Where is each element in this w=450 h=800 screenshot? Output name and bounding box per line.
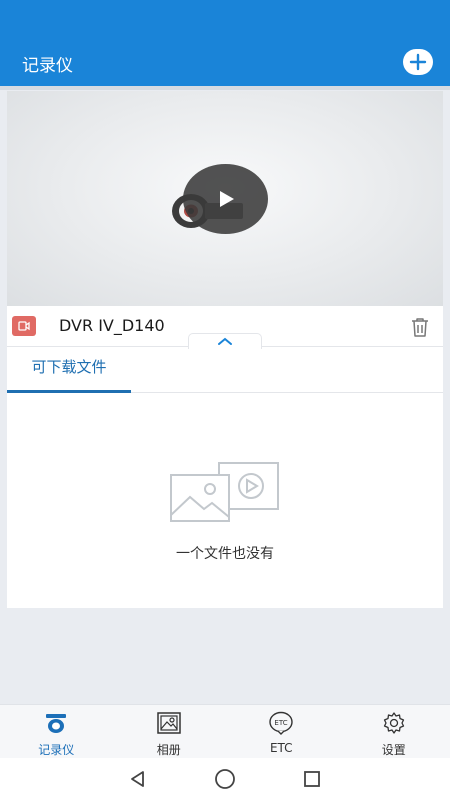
recents-icon[interactable] <box>302 769 322 789</box>
page-title: 记录仪 <box>22 56 73 76</box>
image-video-placeholder-icon <box>170 462 279 522</box>
empty-state-text: 一个文件也没有 <box>176 546 274 562</box>
recorder-icon <box>46 714 67 733</box>
svg-text:ETC: ETC <box>275 719 288 727</box>
status-bar <box>0 0 450 40</box>
nav-etc[interactable]: ETC ETC <box>225 705 338 758</box>
nav-recorder[interactable]: 记录仪 <box>0 705 113 758</box>
add-device-button[interactable] <box>403 49 433 75</box>
collapse-toggle[interactable] <box>188 333 262 349</box>
video-preview[interactable] <box>7 91 443 306</box>
chevron-up-icon <box>218 337 232 345</box>
app-header: 记录仪 <box>0 40 450 86</box>
tab-downloadable-files[interactable]: 可下载文件 <box>7 349 131 393</box>
nav-settings[interactable]: 设置 <box>338 705 450 758</box>
trash-icon <box>412 318 428 337</box>
file-tabs: 可下载文件 <box>7 349 443 393</box>
back-icon[interactable] <box>128 769 148 789</box>
device-name: DVR IV_D140 <box>59 316 165 335</box>
dvr-icon <box>12 316 36 336</box>
nav-label: 相册 <box>156 743 181 757</box>
delete-device-button[interactable] <box>408 315 432 339</box>
plus-icon <box>409 53 427 71</box>
album-icon <box>157 712 181 734</box>
nav-label: ETC <box>269 741 293 755</box>
home-icon[interactable] <box>214 768 236 790</box>
nav-album[interactable]: 相册 <box>113 705 226 758</box>
play-icon <box>219 191 234 207</box>
system-nav-bar <box>0 758 450 800</box>
bottom-nav: 记录仪 相册 ETC ETC 设置 <box>0 704 450 758</box>
recorder-card: DVR IV_D140 可下载文件 一个文件也没有 <box>7 91 443 608</box>
nav-label: 设置 <box>381 743 406 757</box>
play-button[interactable] <box>183 164 268 234</box>
nav-label: 记录仪 <box>38 743 75 757</box>
etc-icon: ETC <box>269 711 293 735</box>
gear-icon <box>383 712 404 734</box>
header-divider <box>0 86 450 90</box>
